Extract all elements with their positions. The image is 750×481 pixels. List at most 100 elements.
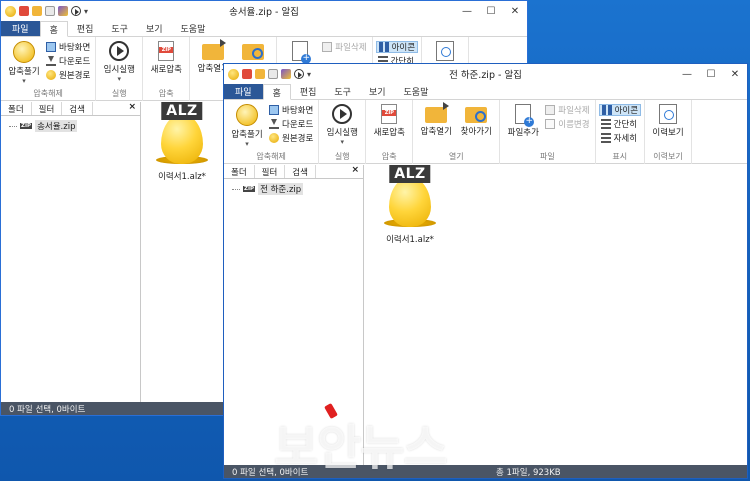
desktop-button[interactable]: 바탕화면 [44,41,92,53]
play-icon [332,104,353,124]
front-window[interactable]: ▾ 전 하준.zip - 알집 — ☐ ✕ 파일 홈 편집 도구 보기 도움말 … [223,63,748,479]
alz-egg-icon: ALZ [161,102,203,164]
tree-item[interactable]: ZIP 전 하준.zip [232,183,363,195]
tab-edit[interactable]: 편집 [291,84,326,99]
group-file: 파일추가 파일삭제 이름변경 파일 [500,100,596,164]
tree-connector [9,125,17,127]
sidebar-tab-search[interactable]: 검색 [285,165,316,178]
zip-file-icon [381,104,398,124]
tab-tools[interactable]: 도구 [325,84,360,99]
tab-tools[interactable]: 도구 [102,21,137,36]
run-icon[interactable] [71,6,81,16]
run-icon[interactable] [294,69,304,79]
icons-view-button[interactable]: 아이콘 [598,104,642,116]
tab-edit[interactable]: 편집 [68,21,103,36]
tab-help[interactable]: 도움말 [395,84,438,99]
download-icon [46,56,56,66]
delete-file-button[interactable]: 파일삭제 [543,104,591,116]
ribbon-tabs: 파일 홈 편집 도구 보기 도움말 [1,21,527,37]
sidebar-tab-filter[interactable]: 필터 [255,165,286,178]
file-item[interactable]: ALZ 이력서1.alz* [384,165,436,245]
group-run: 임시실행 ▾ 실행 [319,100,367,164]
ribbon-tabs: 파일 홈 편집 도구 보기 도움말 [224,84,747,100]
alzip-logo-icon [228,68,239,80]
add-file-icon [515,104,535,127]
status-selection: 0 파일 선택, 0바이트 [9,404,86,415]
file-list[interactable]: ALZ 이력서1.alz* [364,165,747,466]
ribbon: 압축풀기 ▾ 바탕화면 다운로드 원본경로 압축해제 임시실행 ▾ 실행 새로압… [224,100,747,164]
trash-icon [545,105,556,115]
delete-file-button[interactable]: 파일삭제 [320,41,368,53]
titlebar[interactable]: ▾ 송서율.zip - 알집 — ☐ ✕ [1,1,527,21]
new-archive-icon[interactable] [19,6,29,16]
status-total: 총 1파일, 923KB [496,467,561,478]
desktop-button[interactable]: 바탕화면 [267,104,315,116]
detail-list-icon [600,133,611,143]
minimize-button[interactable]: — [675,64,699,84]
play-icon [109,41,130,61]
icons-view-button[interactable]: 아이콘 [375,41,419,53]
tab-view[interactable]: 보기 [360,84,395,99]
minimize-button[interactable]: — [455,1,479,21]
download-button[interactable]: 다운로드 [267,118,315,130]
tree-item[interactable]: ZIP 송서율.zip [9,120,140,132]
download-button[interactable]: 다운로드 [44,55,92,67]
group-open: 압축열기 찾아가기 열기 [413,100,501,164]
detail-view-button[interactable]: 자세히 [599,132,641,144]
group-run: 임시실행 ▾ 실행 [96,37,144,101]
download-icon [269,119,279,129]
sidebar-close-icon[interactable]: × [351,165,359,175]
trash-icon [322,42,333,52]
folder-find-icon [242,44,265,60]
close-button[interactable]: ✕ [723,64,747,84]
close-button[interactable]: ✕ [503,1,527,21]
sidebar-tab-folder[interactable]: 폴더 [1,102,32,115]
quick-access-toolbar: ▾ [224,68,311,80]
group-extract: 압축풀기 ▾ 바탕화면 다운로드 원본경로 압축해제 [1,37,97,101]
file-name: 이력서1.alz* [158,172,206,182]
group-extract: 압축풀기 ▾ 바탕화면 다운로드 원본경로 압축해제 [224,100,320,164]
alz-egg-icon: ALZ [389,165,431,227]
status-bar: 0 파일 선택, 0바이트 총 1파일, 923KB [224,465,747,478]
quick-access-toolbar: ▾ [1,5,88,17]
tree-item-label: 송서율.zip [35,120,78,132]
add-file-icon [292,41,312,64]
rename-button[interactable]: 이름변경 [543,118,591,130]
sidebar-tab-folder[interactable]: 폴더 [224,165,255,178]
titlebar[interactable]: ▾ 전 하준.zip - 알집 — ☐ ✕ [224,64,747,84]
history-icon [659,104,678,124]
tab-home[interactable]: 홈 [262,84,291,100]
sidebar-close-icon[interactable]: × [128,102,136,112]
file-item[interactable]: ALZ 이력서1.alz* [156,102,208,182]
quick-access-caret[interactable]: ▾ [84,7,88,16]
sidebar-tab-search[interactable]: 검색 [62,102,93,115]
zip-file-icon [158,41,175,61]
sidebar-tab-filter[interactable]: 필터 [32,102,63,115]
group-history: 이력보기 이력보기 [645,100,693,164]
document-icon[interactable] [268,69,278,79]
document-icon[interactable] [45,6,55,16]
wizard-icon[interactable] [281,69,291,79]
tab-view[interactable]: 보기 [137,21,172,36]
sidebar: 폴더 필터 검색 × ZIP 전 하준.zip [224,165,364,466]
new-archive-icon[interactable] [242,69,252,79]
alzip-logo-icon [5,5,16,17]
list-icon [600,119,611,129]
wizard-icon[interactable] [58,6,68,16]
extract-icon [13,41,35,63]
open-folder-icon[interactable] [32,6,42,16]
simple-view-button[interactable]: 간단히 [599,118,641,130]
tab-file[interactable]: 파일 [224,84,263,99]
tab-home[interactable]: 홈 [39,21,68,37]
open-folder-icon[interactable] [255,69,265,79]
maximize-button[interactable]: ☐ [479,1,503,21]
source-path-button[interactable]: 원본경로 [267,132,315,144]
file-name: 이력서1.alz* [386,235,434,245]
maximize-button[interactable]: ☐ [699,64,723,84]
tab-help[interactable]: 도움말 [172,21,215,36]
folder-find-icon [465,107,488,123]
tab-file[interactable]: 파일 [1,21,40,36]
sidebar: 폴더 필터 검색 × ZIP 송서율.zip [1,102,141,403]
source-path-button[interactable]: 원본경로 [44,69,92,81]
quick-access-caret[interactable]: ▾ [307,70,311,79]
